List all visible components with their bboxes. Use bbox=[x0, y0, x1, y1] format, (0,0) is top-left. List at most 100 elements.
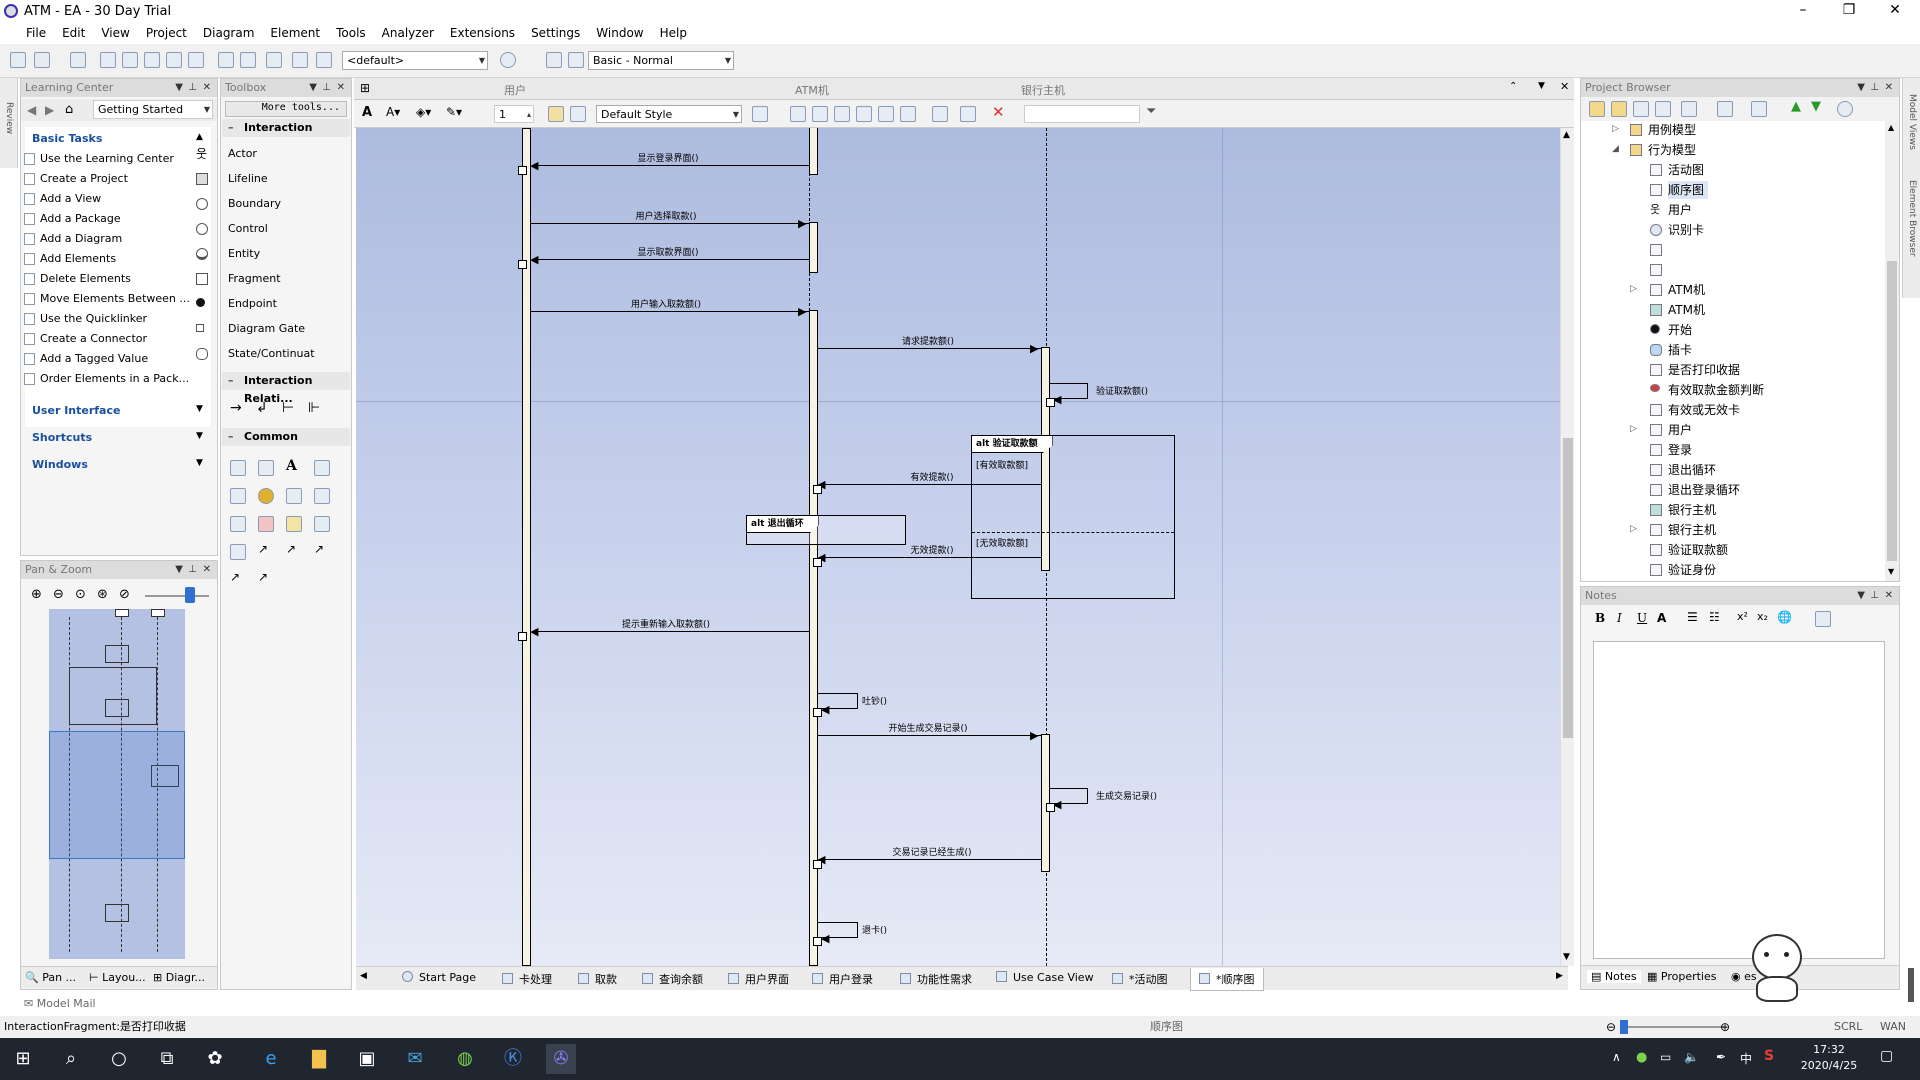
call-icon[interactable]: ⊢ bbox=[282, 400, 294, 416]
volume-icon[interactable]: 🔈 bbox=[1684, 1050, 1699, 1064]
task-add-view[interactable]: Add a View bbox=[24, 191, 101, 207]
import-export-icon[interactable] bbox=[1751, 101, 1767, 117]
message-line[interactable] bbox=[820, 484, 1041, 485]
help-icon[interactable] bbox=[1837, 101, 1853, 117]
filter-icon[interactable]: ⏷ bbox=[1146, 104, 1156, 119]
tab-layout[interactable]: ⊢ Layou... bbox=[89, 971, 146, 984]
section-windows[interactable]: Windows bbox=[32, 458, 88, 471]
task-delete-elements[interactable]: Delete Elements bbox=[24, 271, 131, 287]
expand-arrow-icon[interactable]: ▷ bbox=[1630, 524, 1637, 534]
task-create-connector[interactable]: Create a Connector bbox=[24, 331, 147, 347]
tree-card-validity[interactable]: 有效或无效卡 bbox=[1650, 401, 1740, 419]
tree-insert-card[interactable]: 插卡 bbox=[1650, 341, 1692, 359]
message-line[interactable] bbox=[820, 557, 1041, 558]
scroll-down-icon[interactable]: ▼ bbox=[1888, 567, 1894, 576]
style-select[interactable]: Default Style ▼ bbox=[596, 105, 742, 123]
text-icon[interactable]: A bbox=[286, 458, 297, 474]
message-line[interactable] bbox=[818, 348, 1041, 349]
tab-diagram[interactable]: ⊞ Diagr... bbox=[153, 971, 205, 984]
pin-icon[interactable]: ⊥ bbox=[322, 79, 331, 97]
notification-icon[interactable]: ▢ bbox=[1880, 1048, 1893, 1064]
apply-style-icon[interactable] bbox=[752, 106, 768, 122]
tree-atm-class[interactable]: ATM机 bbox=[1650, 281, 1705, 299]
forward-icon[interactable]: ▶ bbox=[45, 103, 54, 117]
notes-textarea[interactable] bbox=[1593, 641, 1885, 959]
toolbox-boundary[interactable]: Boundary bbox=[196, 195, 281, 213]
ime-indicator[interactable]: 中 bbox=[1740, 1050, 1752, 1067]
toolbox-state-continuation[interactable]: State/Continuat bbox=[196, 345, 315, 363]
search-icon[interactable]: ⌕ bbox=[56, 1044, 86, 1074]
toolbox-entity[interactable]: Entity bbox=[196, 245, 260, 263]
diagram-filter-input[interactable] bbox=[1024, 105, 1140, 123]
message-label[interactable]: 用户选择取款() bbox=[635, 209, 696, 222]
diagram-vertical-scrollbar[interactable]: ▲ ▼ bbox=[1560, 128, 1574, 966]
task-view-icon[interactable]: ⧉ bbox=[152, 1044, 182, 1074]
tree-verify-identity[interactable]: 验证身份 bbox=[1650, 561, 1716, 579]
close-icon[interactable]: ✕ bbox=[337, 79, 345, 97]
menu-edit[interactable]: Edit bbox=[54, 26, 93, 40]
tab-sequence-active[interactable]: *顺序图 bbox=[1190, 968, 1264, 991]
tray-expand-icon[interactable]: ∧ bbox=[1612, 1050, 1621, 1064]
line-width-input[interactable]: 1 ▴ bbox=[494, 105, 534, 123]
tab-use-case-view[interactable]: Use Case View bbox=[996, 971, 1094, 984]
scrollbar-thumb[interactable] bbox=[1887, 261, 1897, 561]
tab-notes[interactable]: ▤ Notes bbox=[1587, 970, 1641, 983]
tree-start-node[interactable]: 开始 bbox=[1650, 321, 1692, 339]
diagram-canvas[interactable]: ◀ 显示登录界面() ▶ 用户选择取款() ◀ 显示取款界面() ▶ 用户输入取… bbox=[356, 128, 1560, 966]
section-shortcuts[interactable]: Shortcuts bbox=[32, 431, 92, 444]
message-label[interactable]: 开始生成交易记录() bbox=[888, 721, 967, 734]
expand-arrow-icon[interactable]: ▷ bbox=[1612, 124, 1619, 134]
subscript-icon[interactable]: x₂ bbox=[1757, 610, 1768, 623]
expand-icon[interactable]: ▼ bbox=[196, 404, 203, 414]
viewport-indicator[interactable] bbox=[49, 731, 185, 859]
legend-icon[interactable] bbox=[230, 544, 246, 560]
expand-icon[interactable]: ▼ bbox=[196, 458, 203, 468]
same-width-icon[interactable] bbox=[878, 106, 894, 122]
store-icon[interactable]: ▣ bbox=[352, 1044, 382, 1074]
information-flow-icon[interactable]: ↗ bbox=[258, 570, 268, 584]
status-zoom-slider[interactable] bbox=[1624, 1026, 1724, 1028]
side-resource-handle[interactable] bbox=[1908, 968, 1914, 1002]
expand-arrow-icon[interactable]: ▷ bbox=[1630, 424, 1637, 434]
close-diagram-icon[interactable]: ✕ bbox=[1560, 80, 1569, 93]
message-label[interactable]: 验证取款额() bbox=[1096, 384, 1148, 397]
learning-page-select[interactable]: Getting Started ▼ bbox=[93, 100, 213, 119]
tab-card-processing[interactable]: 卡处理 bbox=[502, 971, 552, 987]
tree-print-receipt[interactable]: 是否打印收据 bbox=[1650, 361, 1740, 379]
lifeline-bank-header[interactable]: 银行主机 bbox=[1021, 82, 1065, 98]
tree-activity-diagram[interactable]: 活动图 bbox=[1650, 161, 1704, 179]
text-color-icon[interactable]: A bbox=[1657, 611, 1666, 625]
lifeline-atm-header[interactable]: ATM机 bbox=[795, 82, 829, 98]
open-icon[interactable] bbox=[34, 52, 50, 68]
tree-user-class[interactable]: 用户 bbox=[1650, 421, 1692, 439]
tab-activity[interactable]: *活动图 bbox=[1112, 971, 1168, 987]
zoom-in-icon[interactable]: ⊕ bbox=[1720, 1016, 1730, 1038]
close-icon[interactable]: ✕ bbox=[203, 79, 211, 97]
tree-identify-card[interactable]: 识别卡 bbox=[1650, 221, 1704, 239]
toolbox-lifeline[interactable]: Lifeline bbox=[196, 170, 268, 188]
package-control-icon[interactable] bbox=[1717, 101, 1733, 117]
dropdown-icon[interactable]: ▼ bbox=[175, 561, 183, 579]
line-color-icon[interactable]: ✎▾ bbox=[446, 105, 462, 119]
project-browser-scrollbar[interactable]: ▲ ▼ bbox=[1885, 121, 1899, 581]
print-icon[interactable] bbox=[266, 52, 282, 68]
clock[interactable]: 17:32 2020/4/25 bbox=[1796, 1042, 1862, 1074]
tree-behavior-model[interactable]: 行为模型 bbox=[1630, 141, 1696, 159]
message-label[interactable]: 显示登录界面() bbox=[637, 151, 698, 164]
tree-sequence-diagram-selected[interactable]: 顺序图 bbox=[1650, 181, 1709, 199]
collapse-arrow-icon[interactable]: ◢ bbox=[1612, 144, 1619, 154]
align-center-icon[interactable] bbox=[812, 106, 828, 122]
home-icon[interactable]: ⌂ bbox=[65, 102, 73, 117]
search-model-icon[interactable] bbox=[1681, 101, 1697, 117]
find-icon[interactable] bbox=[218, 52, 234, 68]
dependency-icon[interactable]: ↗ bbox=[258, 542, 268, 556]
task-quicklinker[interactable]: Use the Quicklinker bbox=[24, 311, 147, 327]
dropdown-icon[interactable]: ▼ bbox=[309, 79, 317, 97]
zoom-slider-thumb[interactable] bbox=[185, 587, 195, 603]
fill-color-icon[interactable]: ◈▾ bbox=[416, 105, 431, 119]
brush-icon[interactable] bbox=[570, 106, 586, 122]
menu-window[interactable]: Window bbox=[588, 26, 651, 40]
align-left-icon[interactable] bbox=[790, 106, 806, 122]
layout-icon[interactable] bbox=[546, 52, 562, 68]
cut-icon[interactable] bbox=[100, 52, 116, 68]
